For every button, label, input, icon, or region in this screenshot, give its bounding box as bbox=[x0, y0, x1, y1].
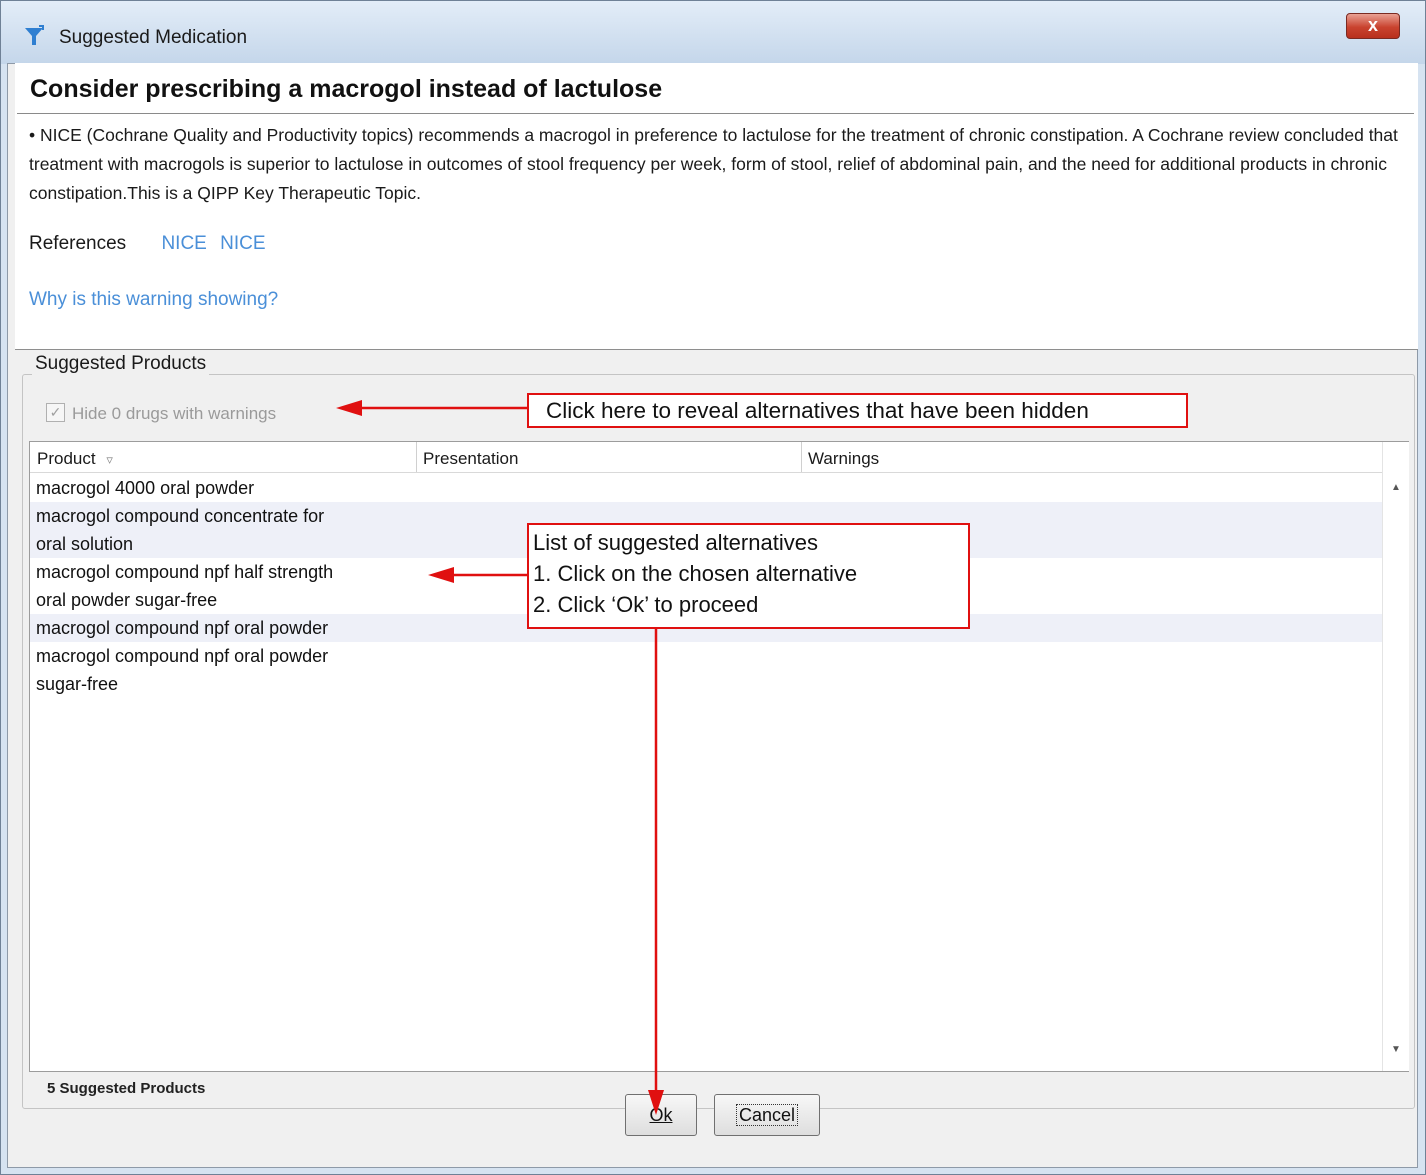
close-button[interactable]: x bbox=[1346, 13, 1400, 39]
scroll-up-icon[interactable]: ▲ bbox=[1391, 482, 1401, 493]
references-label: References bbox=[29, 233, 127, 254]
warning-body: • NICE (Cochrane Quality and Productivit… bbox=[29, 125, 1398, 203]
product-cell: macrogol compound npf oral powder bbox=[36, 646, 329, 666]
column-header-product[interactable]: Product ▿ bbox=[30, 442, 416, 472]
warning-heading: Consider prescribing a macrogol instead … bbox=[30, 75, 663, 103]
sort-indicator-icon: ▿ bbox=[106, 452, 113, 467]
product-cell: macrogol 4000 oral powder bbox=[36, 478, 255, 498]
annotation-list-line-1: List of suggested alternatives bbox=[533, 530, 818, 555]
vertical-scrollbar[interactable]: ▲ ▼ bbox=[1382, 442, 1409, 1071]
warning-panel: Consider prescribing a macrogol instead … bbox=[15, 63, 1418, 350]
title-bar: Suggested Medication x bbox=[1, 1, 1425, 64]
reference-link-nice-2[interactable]: NICE bbox=[220, 233, 265, 254]
hide-warnings-checkbox[interactable]: ✓ bbox=[46, 403, 65, 422]
scroll-down-icon[interactable]: ▼ bbox=[1391, 1044, 1401, 1055]
annotation-list-line-3: 2. Click ‘Ok’ to proceed bbox=[533, 592, 759, 617]
reference-link-nice-1[interactable]: NICE bbox=[161, 233, 206, 254]
app-logo-icon bbox=[25, 25, 44, 45]
why-warning-link[interactable]: Why is this warning showing? bbox=[29, 289, 278, 311]
window-title: Suggested Medication bbox=[59, 27, 248, 48]
product-cell-line2: sugar-free bbox=[36, 674, 119, 694]
close-icon: x bbox=[1367, 15, 1378, 35]
suggested-products-legend: Suggested Products bbox=[32, 353, 210, 375]
hide-warnings-label: Hide 0 drugs with warnings bbox=[72, 404, 277, 423]
ok-button[interactable]: Ok bbox=[625, 1094, 697, 1136]
annotation-reveal-hint: Click here to reveal alternatives that h… bbox=[527, 393, 1188, 428]
column-header-warnings[interactable]: Warnings bbox=[801, 442, 1382, 472]
cancel-button[interactable]: Cancel bbox=[714, 1094, 820, 1136]
suggested-products-count: 5 Suggested Products bbox=[47, 1080, 206, 1097]
references-line: References NICE NICE bbox=[29, 233, 266, 255]
checkmark-icon: ✓ bbox=[49, 404, 62, 420]
annotation-list-line-2: 1. Click on the chosen alternative bbox=[533, 561, 858, 586]
table-header: Product ▿ Presentation Warnings bbox=[30, 442, 1382, 473]
heading-divider bbox=[17, 113, 1414, 114]
annotation-list-hint: List of suggested alternatives 1. Click … bbox=[527, 523, 970, 629]
table-row[interactable]: macrogol 4000 oral powder bbox=[30, 474, 1382, 502]
column-header-presentation[interactable]: Presentation bbox=[416, 442, 801, 472]
table-row[interactable]: macrogol compound npf oral powder sugar-… bbox=[30, 642, 1382, 698]
